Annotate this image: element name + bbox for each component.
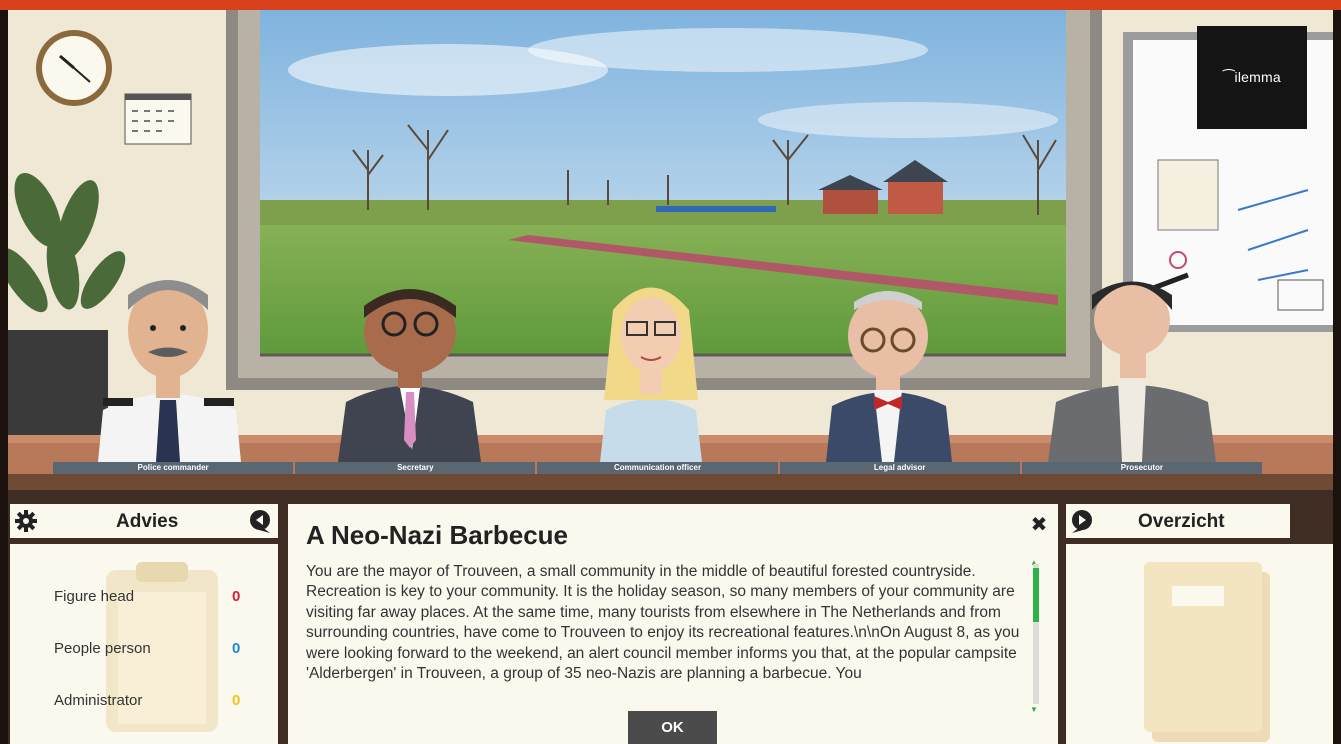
expand-icon[interactable]: [1070, 509, 1094, 533]
nameplate-police-commander[interactable]: Police commander: [53, 462, 294, 474]
scrollbar-thumb[interactable]: [1033, 568, 1039, 622]
dilemma-logo: ⁀ilemma: [1197, 26, 1307, 129]
advies-header: Advies: [10, 504, 278, 538]
nameplate-legal-advisor[interactable]: Legal advisor: [779, 462, 1020, 474]
character-nameplates: Police commander Secretary Communication…: [53, 462, 1263, 474]
nameplate-communication-officer[interactable]: Communication officer: [537, 462, 778, 474]
nameplate-prosecutor[interactable]: Prosecutor: [1021, 462, 1263, 474]
advies-panel: Advies Figure head 0 People person 0 Adm…: [10, 504, 278, 744]
document-icon: [1144, 562, 1270, 742]
advies-value: 0: [232, 588, 241, 605]
gear-icon[interactable]: [14, 509, 38, 533]
frame-left: [0, 10, 8, 744]
advies-row-figure-head: Figure head 0: [54, 588, 254, 608]
advies-label: Administrator: [54, 692, 143, 709]
overzicht-panel: Overzicht: [1066, 504, 1333, 744]
character-communication-officer: [600, 287, 702, 462]
nameplate-secretary[interactable]: Secretary: [295, 462, 536, 474]
overzicht-body: [1066, 544, 1333, 744]
advies-value: 0: [232, 692, 241, 709]
scroll-down-arrow[interactable]: ▼: [1030, 705, 1038, 714]
wall-clock: [36, 30, 112, 106]
collapse-icon[interactable]: [248, 509, 272, 533]
ok-button[interactable]: OK: [628, 711, 717, 744]
frame-right: [1333, 10, 1341, 744]
wall-calendar: [124, 93, 192, 145]
meeting-room-scene: ⁀ilemma Police commander Secretary Commu…: [8, 10, 1333, 490]
scene-illustration: [8, 10, 1333, 490]
advies-body: Figure head 0 People person 0 Administra…: [10, 544, 278, 744]
overzicht-title: Overzicht: [1138, 511, 1225, 532]
advies-row-administrator: Administrator 0: [54, 692, 254, 712]
logo-text: ⁀ilemma: [1223, 69, 1281, 85]
advies-label: People person: [54, 640, 151, 657]
overzicht-header: Overzicht: [1066, 504, 1290, 538]
scenario-dialog: A Neo-Nazi Barbecue ✖ You are the mayor …: [288, 504, 1058, 744]
dialog-body-text[interactable]: You are the mayor of Trouveen, a small c…: [306, 562, 1024, 708]
advies-row-people-person: People person 0: [54, 640, 254, 660]
close-icon[interactable]: ✖: [1028, 514, 1050, 536]
advies-title: Advies: [116, 511, 179, 532]
top-accent-bar: [0, 0, 1341, 10]
advies-value: 0: [232, 640, 241, 657]
advies-label: Figure head: [54, 588, 135, 605]
dialog-title: A Neo-Nazi Barbecue: [306, 520, 568, 550]
